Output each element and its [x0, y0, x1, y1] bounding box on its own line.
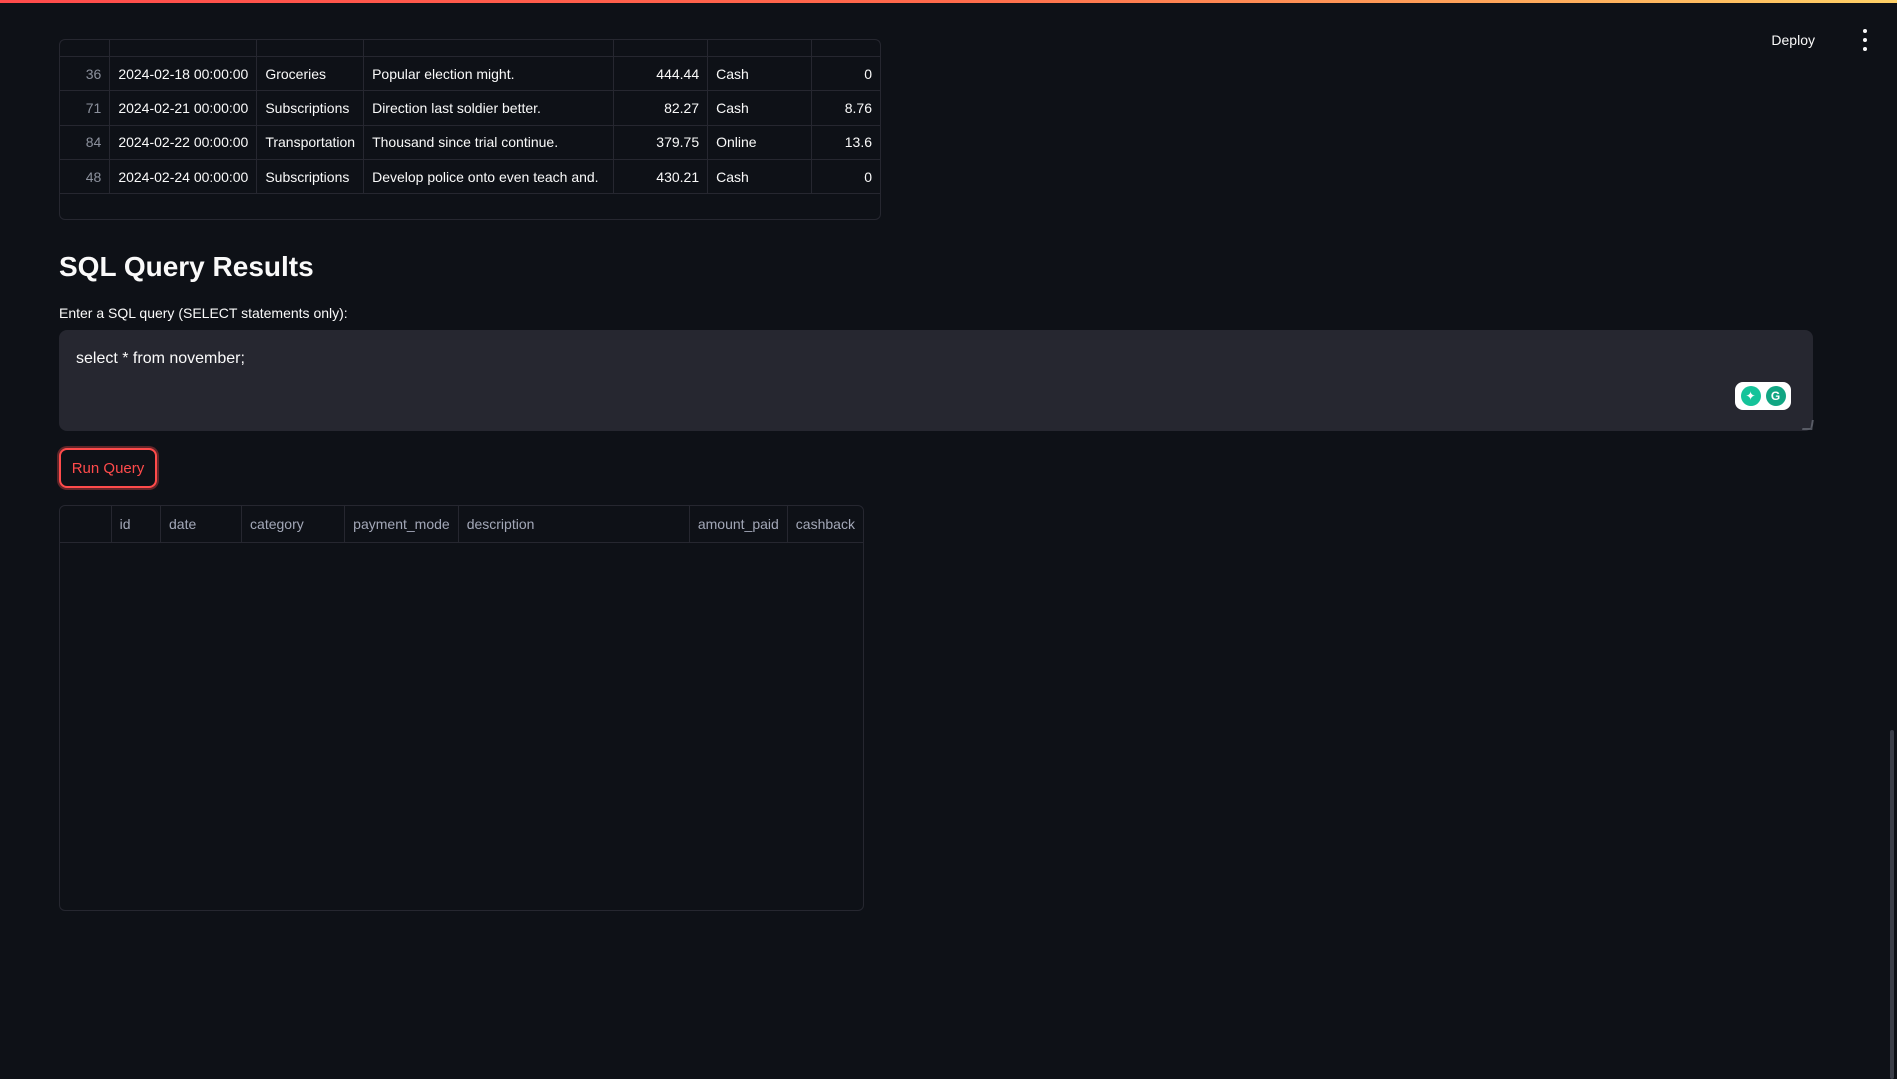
table-row: 71 2024-02-21 00:00:00 Subscriptions Direct… — [60, 90, 880, 126]
column-header[interactable]: description — [458, 506, 690, 543]
section-title: SQL Query Results — [59, 251, 314, 282]
table-cell[interactable]: Popular election might. — [363, 56, 615, 92]
row-index[interactable]: 48 — [60, 159, 111, 195]
column-header[interactable] — [60, 506, 112, 543]
table-cell[interactable]: 8.76 — [811, 90, 880, 126]
deploy-button[interactable]: Deploy — [1763, 25, 1823, 55]
row-index[interactable]: 71 — [60, 90, 111, 126]
table-row: 48 2024-02-24 00:00:00 Subscriptions Develo… — [60, 159, 880, 195]
run-query-button[interactable]: Run Query — [59, 448, 157, 488]
table-cell[interactable] — [613, 40, 709, 57]
table-cell[interactable]: Cash — [707, 159, 813, 195]
table-cell[interactable] — [811, 40, 880, 57]
grammarly-icon[interactable]: G — [1765, 386, 1786, 406]
table-cell[interactable]: 0 — [811, 159, 880, 195]
table-cell[interactable]: Online — [707, 125, 813, 161]
table-row: 84 2024-02-22 00:00:00 Transportation Thous… — [60, 125, 880, 161]
table-cell[interactable]: 82.27 — [613, 90, 709, 126]
table-cell[interactable]: Transportation — [256, 125, 365, 161]
table-cell[interactable]: Subscriptions — [256, 90, 365, 126]
row-index[interactable]: 84 — [60, 125, 111, 161]
row-index[interactable]: 36 — [60, 56, 111, 92]
column-header[interactable]: payment_mode — [344, 506, 459, 543]
table-cell[interactable]: Direction last soldier better. — [363, 90, 615, 126]
table-row: 36 2024-02-18 00:00:00 Groceries Popular el… — [60, 56, 880, 92]
lightbulb-icon[interactable]: ✦ — [1740, 386, 1761, 406]
table-cell[interactable]: Develop police onto even teach and. — [363, 159, 615, 195]
previous-dataframe[interactable]: 36 2024-02-18 00:00:00 Groceries Popular el… — [59, 39, 881, 220]
table-row — [60, 40, 880, 57]
table-cell[interactable]: 444.44 — [613, 56, 709, 92]
table-cell[interactable]: 2024-02-22 00:00:00 — [109, 125, 258, 161]
table-cell[interactable]: Cash — [707, 56, 813, 92]
grammarly-widget[interactable]: ✦ G — [1735, 382, 1791, 410]
column-header[interactable]: category — [241, 506, 346, 543]
table-cell[interactable]: Groceries — [256, 56, 365, 92]
table-cell[interactable] — [707, 40, 813, 57]
resize-handle-icon[interactable] — [1802, 420, 1814, 430]
table-cell[interactable] — [363, 40, 615, 57]
column-header[interactable]: id — [111, 506, 162, 543]
table-cell[interactable]: 2024-02-18 00:00:00 — [109, 56, 258, 92]
table-cell[interactable]: 430.21 — [613, 159, 709, 195]
table-cell[interactable]: 0 — [811, 56, 880, 92]
sql-query-input[interactable] — [59, 330, 1813, 431]
result-header: id date category payment_mode description amo… — [60, 506, 863, 543]
table-cell[interactable] — [256, 40, 365, 57]
table-cell[interactable]: 2024-02-21 00:00:00 — [109, 90, 258, 126]
table-cell[interactable]: Cash — [707, 90, 813, 126]
previous-dataframe-table: 36 2024-02-18 00:00:00 Groceries Popular el… — [60, 40, 880, 195]
column-header[interactable]: amount_paid — [689, 506, 788, 543]
query-label: Enter a SQL query (SELECT statements onl… — [59, 305, 348, 321]
table-cell[interactable]: 13.6 — [811, 125, 880, 161]
result-dataframe[interactable]: id date category payment_mode description amo… — [59, 505, 864, 911]
table-cell[interactable]: 2024-02-24 00:00:00 — [109, 159, 258, 195]
table-cell[interactable]: 379.75 — [613, 125, 709, 161]
more-options-icon[interactable] — [1861, 29, 1869, 51]
column-header[interactable]: cashback — [787, 506, 863, 543]
table-cell[interactable] — [109, 40, 258, 57]
table-cell[interactable] — [60, 40, 111, 57]
table-cell[interactable]: Subscriptions — [256, 159, 365, 195]
page-scrollbar[interactable] — [1890, 730, 1894, 1079]
column-header[interactable]: date — [160, 506, 243, 543]
table-cell[interactable]: Thousand since trial continue. — [363, 125, 615, 161]
